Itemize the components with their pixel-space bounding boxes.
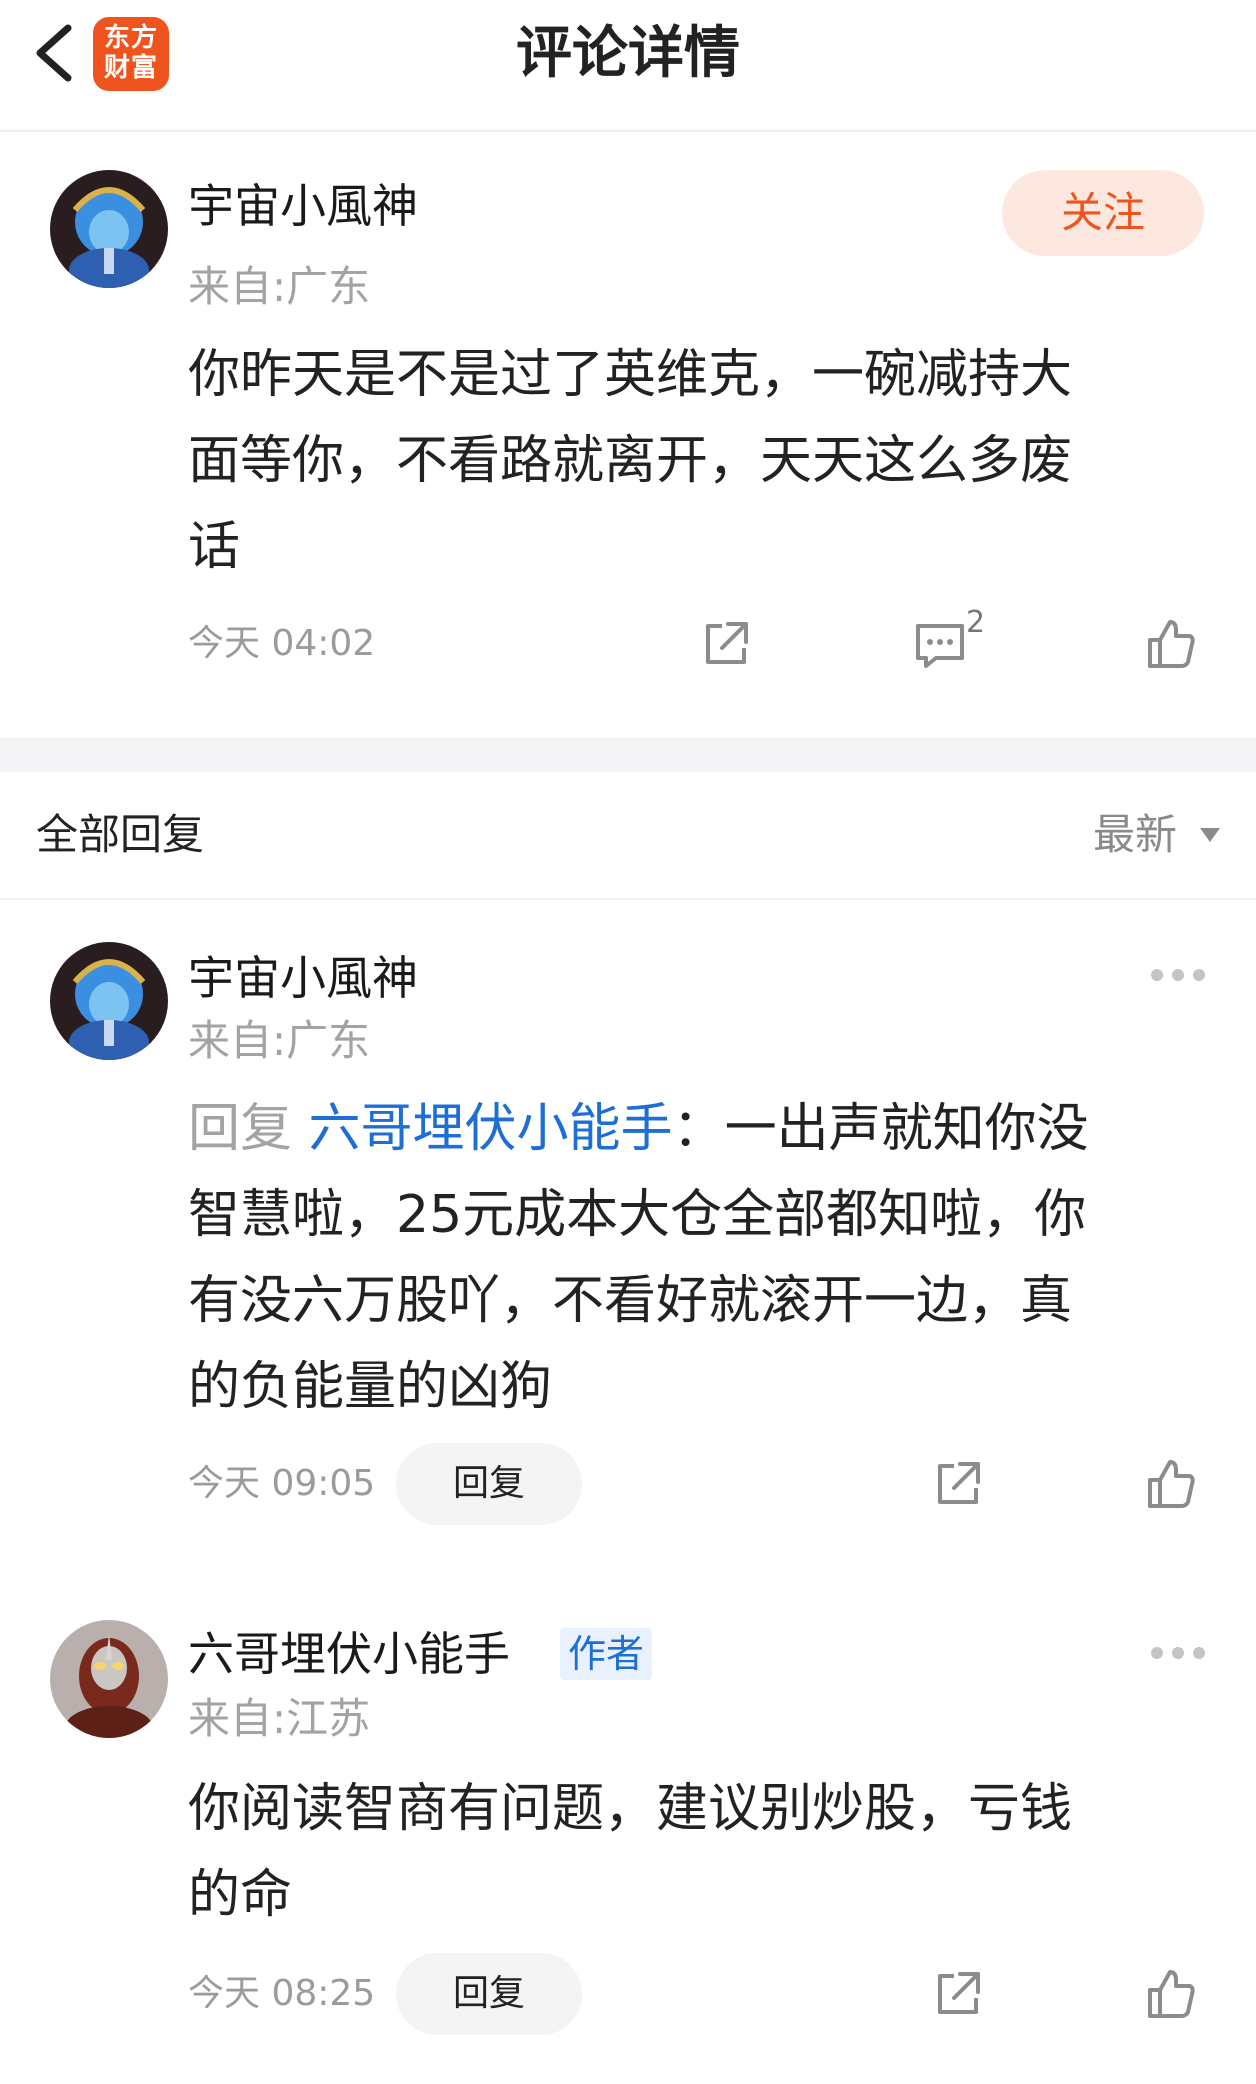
reply-button[interactable]: 回复: [396, 1443, 582, 1525]
reply-button[interactable]: 回复: [396, 1953, 582, 2035]
reply-text-line: 回复 六哥埋伏小能手：一出声就知你没: [188, 1086, 1198, 1172]
avatar[interactable]: [50, 942, 168, 1060]
more-dots-icon[interactable]: [1150, 1646, 1206, 1660]
comment-icon[interactable]: [912, 618, 968, 674]
reply-text-line: 智慧啦，25元成本大仓全部都知啦，你: [188, 1185, 1087, 1245]
thumbs-up-icon[interactable]: [1142, 1966, 1198, 2022]
all-replies-label: 全部回复: [36, 810, 205, 859]
reply-text-line: 的命: [188, 1865, 293, 1925]
avatar-image: [50, 1620, 168, 1738]
reply-location: 来自:江苏: [188, 1694, 371, 1743]
comment-text: 你昨天是不是过了英维克，一碗减持大 面等你，不看路就离开，天天这么多废 话: [188, 332, 1188, 590]
thumbs-up-icon[interactable]: [1142, 1456, 1198, 1512]
reply-text-line: 有没六万股吖，不看好就滚开一边，真: [188, 1271, 1073, 1331]
sort-dropdown[interactable]: 最新: [1093, 810, 1177, 860]
comment-text-line: 话: [188, 517, 241, 577]
reply-timestamp: 今天 09:05: [188, 1463, 376, 1504]
section-divider: [0, 738, 1256, 772]
comment-location: 来自:广东: [188, 262, 371, 311]
reply-timestamp: 今天 08:25: [188, 1973, 376, 2014]
avatar-image: [50, 170, 168, 288]
divider-line: [0, 898, 1256, 900]
reply-text-line: 的负能量的凶狗: [188, 1357, 553, 1417]
more-dots-icon[interactable]: [1150, 968, 1206, 982]
reply-prefix: 回复: [188, 1099, 293, 1159]
share-icon[interactable]: [930, 1456, 986, 1512]
comment-timestamp: 今天 04:02: [188, 623, 376, 664]
page-title: 评论详情: [516, 21, 740, 86]
comment-text-line: 面等你，不看路就离开，天天这么多废: [188, 431, 1073, 491]
share-icon[interactable]: [698, 616, 754, 672]
reply-text: 你阅读智商有问题，建议别炒股，亏钱 的命: [188, 1766, 1188, 1938]
follow-button[interactable]: 关注: [1002, 170, 1204, 256]
avatar[interactable]: [50, 170, 168, 288]
avatar[interactable]: [50, 1620, 168, 1738]
share-icon[interactable]: [930, 1966, 986, 2022]
author-badge: 作者: [560, 1628, 652, 1680]
thumbs-up-icon[interactable]: [1142, 616, 1198, 672]
comment-username[interactable]: 宇宙小風神: [188, 178, 418, 234]
avatar-image: [50, 942, 168, 1060]
reply-location: 来自:广东: [188, 1016, 371, 1065]
reply-text-line: 你阅读智商有问题，建议别炒股，亏钱: [188, 1779, 1073, 1839]
reply-username[interactable]: 宇宙小風神: [188, 950, 418, 1006]
reply-count-badge: 2: [966, 605, 986, 640]
sort-caret-icon[interactable]: [1198, 826, 1222, 846]
reply-to-user-link[interactable]: 六哥埋伏小能手: [309, 1099, 673, 1159]
top-nav-bar: 东方 财富 评论详情: [0, 0, 1256, 132]
reply-text-segment: ：一出声就知你没: [672, 1099, 1089, 1159]
comment-text-line: 你昨天是不是过了英维克，一碗减持大: [188, 345, 1073, 405]
reply-text: 回复 六哥埋伏小能手：一出声就知你没 智慧啦，25元成本大仓全部都知啦，你 有没…: [188, 1086, 1198, 1430]
reply-username[interactable]: 六哥埋伏小能手: [188, 1626, 510, 1682]
